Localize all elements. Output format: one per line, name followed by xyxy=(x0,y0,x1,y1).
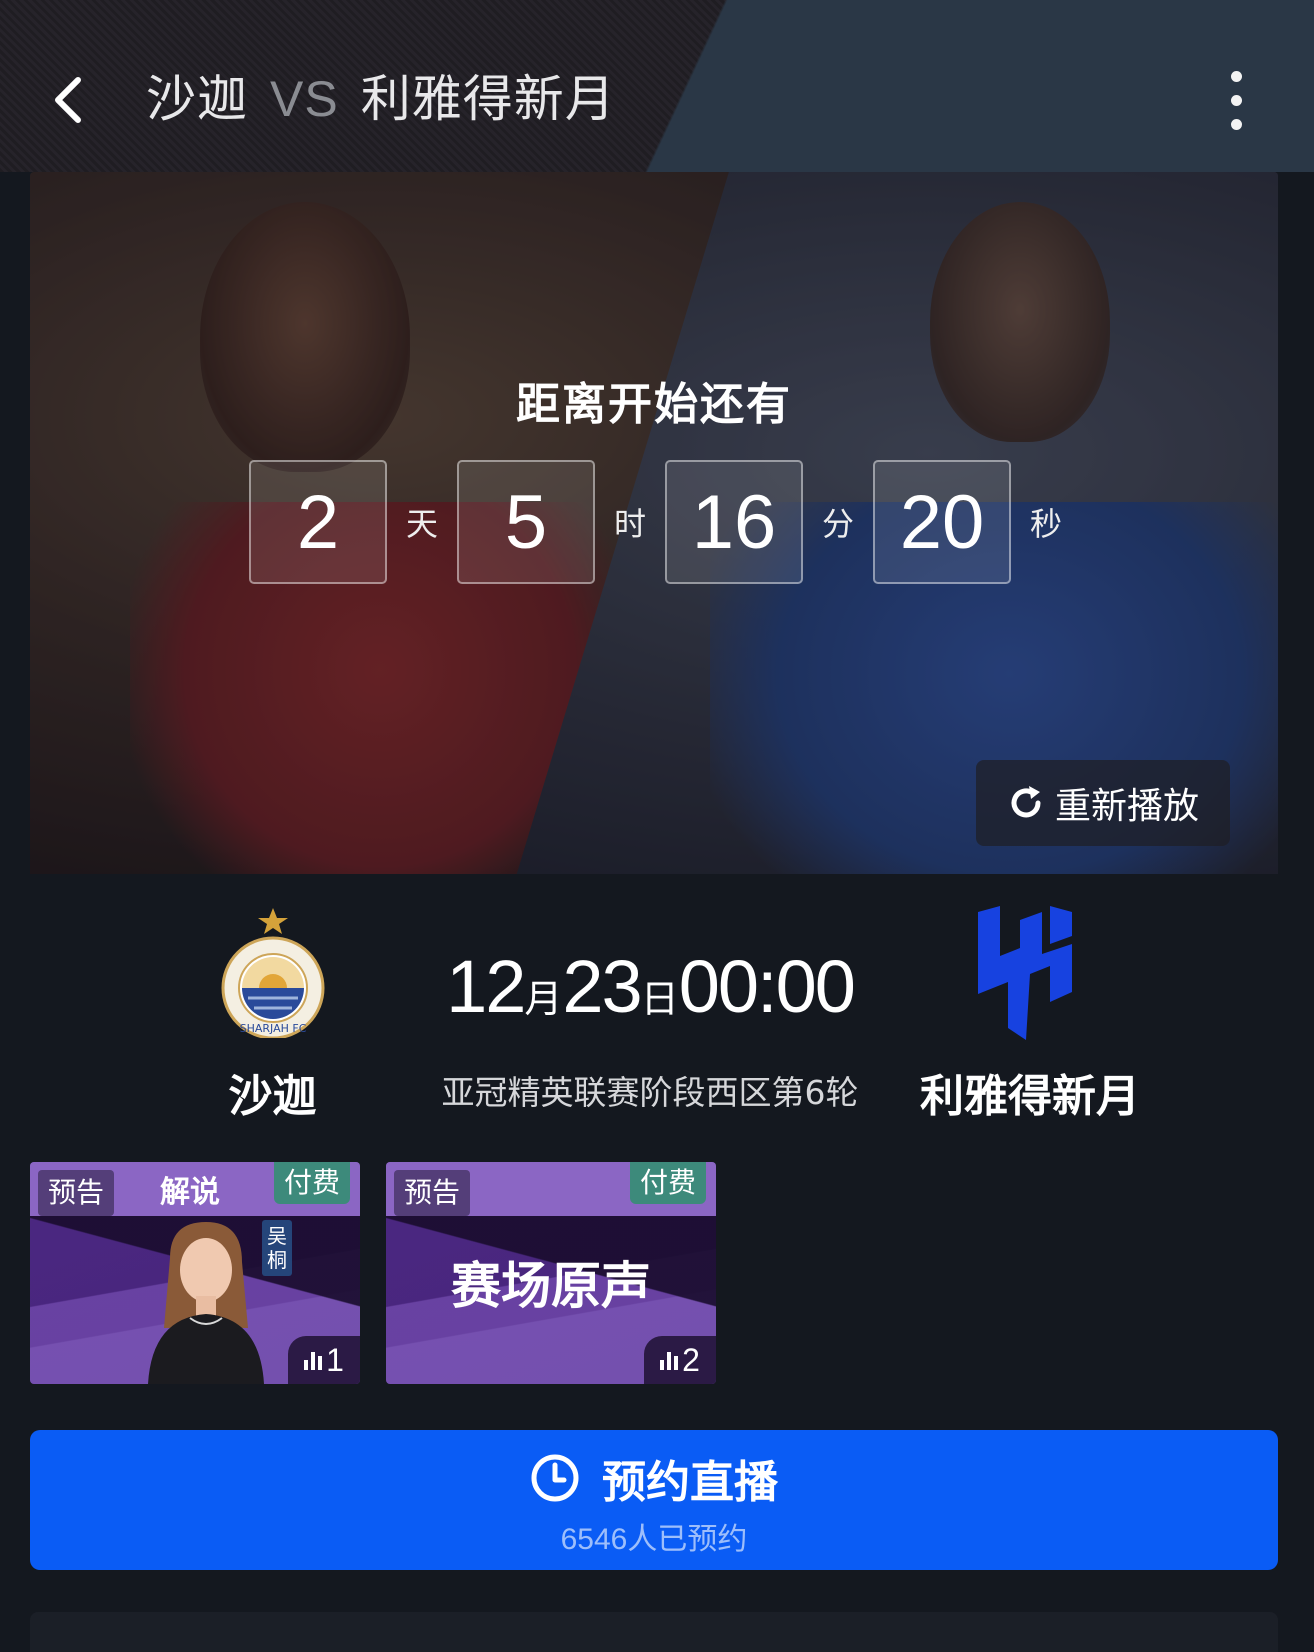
channel-rank-number: 2 xyxy=(682,1341,700,1378)
countdown-timer: 2 天 5 时 16 分 20 秒 xyxy=(249,460,1081,584)
countdown-minutes-unit: 分 xyxy=(821,505,854,543)
channel-rank-number: 1 xyxy=(326,1341,344,1378)
countdown-title: 距离开始还有 xyxy=(516,379,792,430)
reserve-label: 预约直播 xyxy=(602,1457,778,1508)
more-dot xyxy=(1231,119,1242,130)
channel-card-commentary[interactable]: 预告 解说 付费 吴桐 1 xyxy=(30,1162,360,1384)
kickoff-month-unit: 月 xyxy=(524,979,563,1021)
title-home-team: 沙迦 xyxy=(146,70,248,128)
back-button[interactable] xyxy=(48,70,98,130)
channel-rank: 2 xyxy=(644,1336,716,1384)
top-bar: 沙迦 VS 利雅得新月 xyxy=(0,0,1314,172)
kickoff-month: 12 xyxy=(446,945,526,1028)
replay-button[interactable]: 重新播放 xyxy=(976,760,1230,846)
league-round: 亚冠精英联赛阶段西区第6轮 xyxy=(441,1073,859,1112)
more-dot xyxy=(1231,71,1242,82)
reserve-main-row: 预约直播 xyxy=(30,1446,1278,1510)
paid-badge: 付费 xyxy=(273,1162,350,1204)
kickoff-time: 12月23日00:00 xyxy=(420,944,880,1029)
channel-card-stadium-sound[interactable]: 预告 付费 赛场原声 2 xyxy=(386,1162,716,1384)
home-logo-text: SHARJAH FC xyxy=(240,1022,307,1035)
countdown-days-unit: 天 xyxy=(405,505,438,543)
replay-label: 重新播放 xyxy=(1054,786,1199,827)
clock-icon xyxy=(531,1454,579,1502)
countdown-seconds: 20 xyxy=(873,460,1011,584)
more-dot xyxy=(1231,95,1242,106)
home-team-logo: SHARJAH FC xyxy=(218,908,328,1040)
channel-rank: 1 xyxy=(288,1336,360,1384)
countdown-seconds-unit: 秒 xyxy=(1029,505,1062,543)
reserve-live-button[interactable]: 预约直播 6546人已预约 xyxy=(30,1430,1278,1570)
countdown-days: 2 xyxy=(249,460,387,584)
channel-title: 赛场原声 xyxy=(451,1257,651,1315)
kickoff-day: 23 xyxy=(562,945,642,1028)
hero-banner: 距离开始还有 2 天 5 时 16 分 20 秒 重新播放 xyxy=(30,172,1278,874)
chevron-left-icon xyxy=(55,77,81,123)
preview-tag: 预告 xyxy=(38,1170,115,1216)
kickoff-clock: 00:00 xyxy=(678,945,856,1028)
title-away-team: 利雅得新月 xyxy=(360,70,616,128)
countdown-hours: 5 xyxy=(457,460,595,584)
more-options-button[interactable] xyxy=(1216,68,1256,134)
commentator-photo xyxy=(130,1218,280,1384)
away-team-name: 利雅得新月 xyxy=(920,1071,1140,1122)
commentary-label: 解说 xyxy=(160,1175,220,1210)
away-team-logo xyxy=(970,906,1080,1040)
bar-chart-icon xyxy=(304,1352,323,1370)
countdown-hours-unit: 时 xyxy=(613,505,646,543)
page-title: 沙迦 VS 利雅得新月 xyxy=(146,66,616,132)
kickoff-day-unit: 日 xyxy=(640,979,679,1021)
refresh-icon xyxy=(1011,786,1041,818)
reservation-count: 6546人已预约 xyxy=(560,1523,748,1556)
paid-badge: 付费 xyxy=(629,1162,706,1204)
home-team-name: 沙迦 xyxy=(228,1071,317,1122)
next-section-panel xyxy=(30,1612,1278,1652)
title-vs: VS xyxy=(270,71,339,127)
countdown-minutes: 16 xyxy=(665,460,803,584)
preview-tag: 预告 xyxy=(394,1170,471,1216)
bar-chart-icon xyxy=(660,1352,679,1370)
commentator-name: 吴桐 xyxy=(262,1220,292,1276)
